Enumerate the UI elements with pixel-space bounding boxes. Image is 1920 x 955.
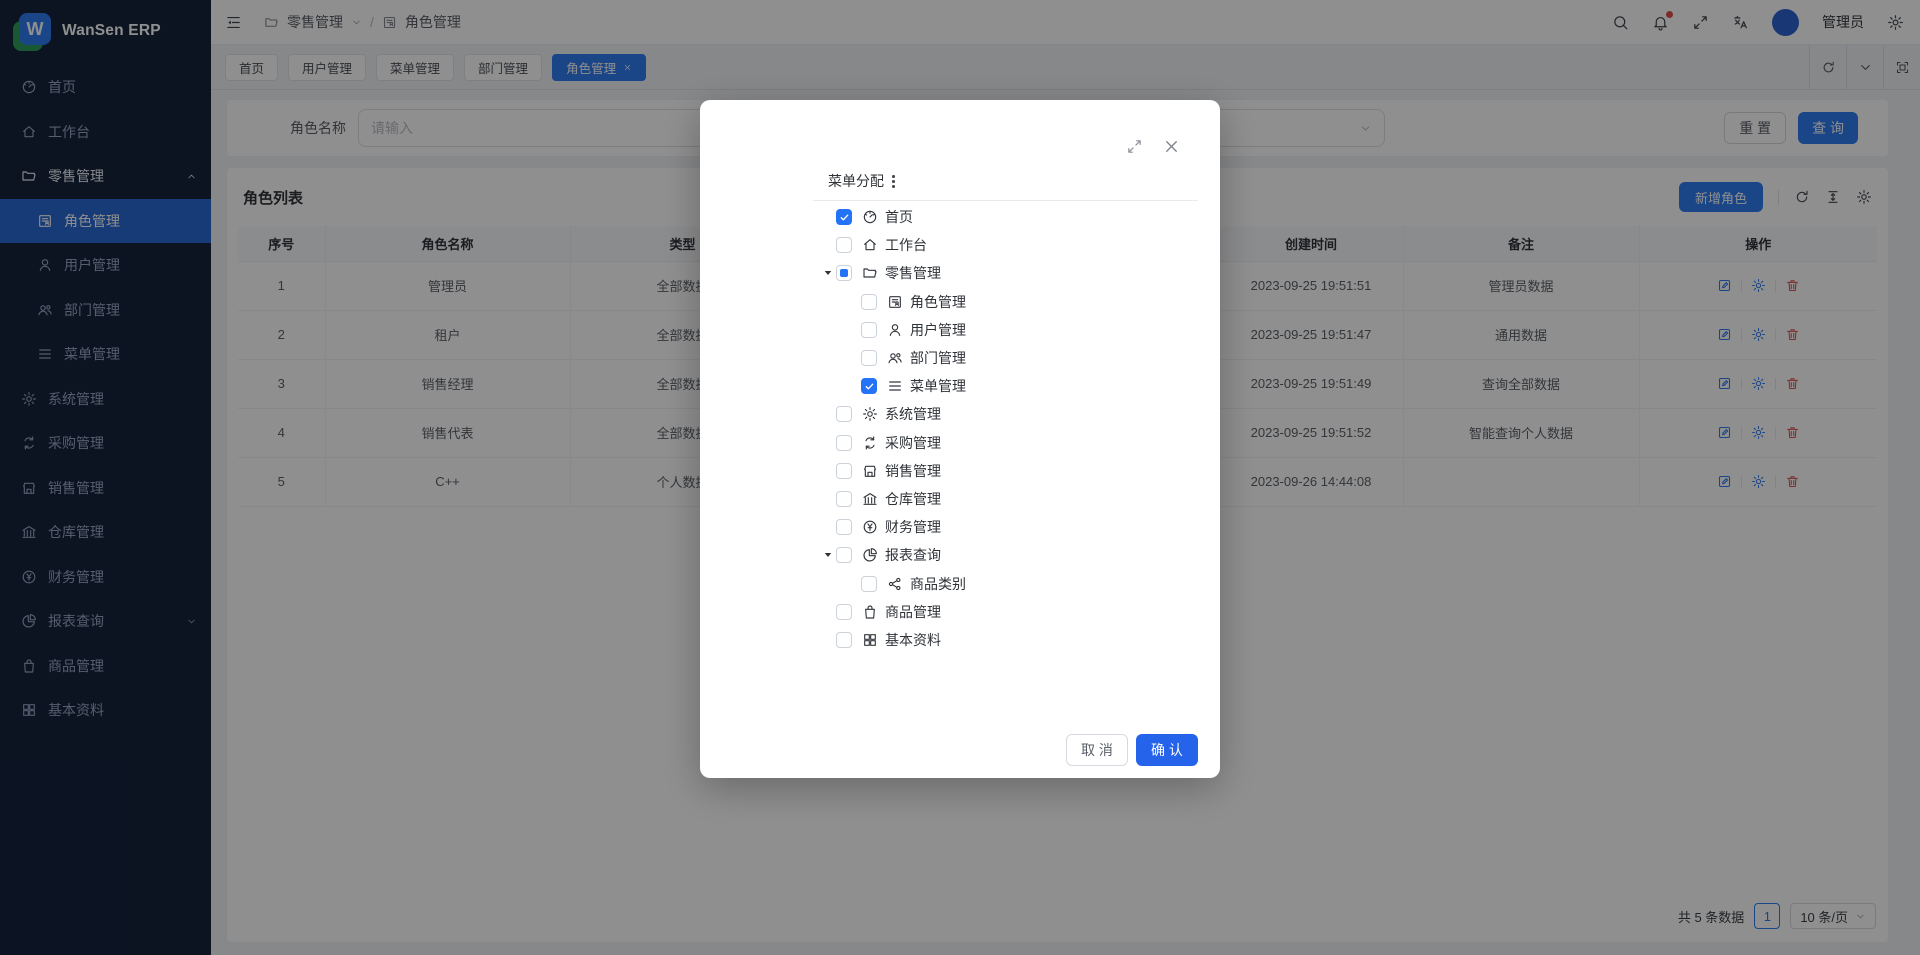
tree-checkbox-workbench[interactable] — [836, 237, 852, 253]
team-icon — [887, 350, 903, 366]
modal-title-row: 菜单分配 — [828, 171, 895, 191]
tree-item-retail: 零售管理 — [700, 259, 1220, 287]
tree-item-warehouse: 仓库管理 — [700, 485, 1220, 513]
idcard-icon — [887, 294, 903, 310]
menu-icon — [887, 378, 903, 394]
confirm-button[interactable]: 确 认 — [1136, 734, 1198, 766]
share-icon — [887, 576, 903, 592]
tree-item-label: 零售管理 — [885, 263, 941, 283]
tree-expand-caret[interactable] — [820, 267, 836, 279]
tree-item-workbench: 工作台 — [700, 231, 1220, 259]
modal-close-icon[interactable] — [1162, 137, 1181, 156]
tree-item-label: 工作台 — [885, 235, 927, 255]
tree-item-departments: 部门管理 — [700, 344, 1220, 372]
tree-item-purchase: 采购管理 — [700, 429, 1220, 457]
tree-checkbox-roles[interactable] — [861, 294, 877, 310]
menu-tree: 首页工作台零售管理角色管理用户管理部门管理菜单管理系统管理采购管理销售管理仓库管… — [700, 203, 1220, 654]
tree-item-label: 销售管理 — [885, 461, 941, 481]
tree-checkbox-finance[interactable] — [836, 519, 852, 535]
tree-item-system: 系统管理 — [700, 400, 1220, 428]
tree-item-basic-data: 基本资料 — [700, 626, 1220, 654]
tree-item-sales: 销售管理 — [700, 457, 1220, 485]
tree-item-menus: 菜单管理 — [700, 372, 1220, 400]
gear-icon — [862, 406, 878, 422]
tree-checkbox-retail[interactable] — [836, 265, 852, 281]
tree-item-users: 用户管理 — [700, 316, 1220, 344]
bag-icon — [862, 604, 878, 620]
modal-title: 菜单分配 — [828, 171, 884, 191]
user-icon — [887, 322, 903, 338]
tree-checkbox-menus[interactable] — [861, 378, 877, 394]
pie-icon — [862, 547, 878, 563]
tree-checkbox-reports[interactable] — [836, 547, 852, 563]
menu-assign-modal: 菜单分配 首页工作台零售管理角色管理用户管理部门管理菜单管理系统管理采购管理销售… — [700, 100, 1220, 778]
tree-item-roles: 角色管理 — [700, 288, 1220, 316]
modal-footer: 取 消 确 认 — [1066, 734, 1198, 766]
home-icon — [862, 237, 878, 253]
tree-item-home: 首页 — [700, 203, 1220, 231]
tree-item-finance: 财务管理 — [700, 513, 1220, 541]
tree-item-label: 商品类别 — [910, 574, 966, 594]
required-dots-icon — [892, 175, 895, 188]
tree-checkbox-products[interactable] — [836, 604, 852, 620]
cancel-button[interactable]: 取 消 — [1066, 734, 1128, 766]
shop-icon — [862, 463, 878, 479]
modal-divider — [813, 200, 1198, 201]
tree-item-label: 报表查询 — [885, 545, 941, 565]
finance-icon — [862, 519, 878, 535]
dashboard-icon — [862, 209, 878, 225]
tree-item-label: 财务管理 — [885, 517, 941, 537]
tree-checkbox-basic-data[interactable] — [836, 632, 852, 648]
modal-expand-icon[interactable] — [1126, 138, 1143, 155]
tree-item-label: 仓库管理 — [885, 489, 941, 509]
tree-item-products: 商品管理 — [700, 598, 1220, 626]
tree-item-label: 部门管理 — [910, 348, 966, 368]
sync-icon — [862, 435, 878, 451]
tree-expand-caret[interactable] — [820, 549, 836, 561]
tree-checkbox-sales[interactable] — [836, 463, 852, 479]
tree-item-label: 系统管理 — [885, 404, 941, 424]
grid-icon — [862, 632, 878, 648]
folder-icon — [862, 265, 878, 281]
tree-checkbox-users[interactable] — [861, 322, 877, 338]
tree-item-label: 首页 — [885, 207, 913, 227]
tree-checkbox-product-category[interactable] — [861, 576, 877, 592]
tree-item-label: 商品管理 — [885, 602, 941, 622]
tree-item-label: 采购管理 — [885, 433, 941, 453]
tree-checkbox-departments[interactable] — [861, 350, 877, 366]
tree-item-label: 菜单管理 — [910, 376, 966, 396]
tree-checkbox-system[interactable] — [836, 406, 852, 422]
tree-checkbox-warehouse[interactable] — [836, 491, 852, 507]
tree-item-reports: 报表查询 — [700, 541, 1220, 569]
tree-item-label: 用户管理 — [910, 320, 966, 340]
tree-item-product-category: 商品类别 — [700, 569, 1220, 597]
tree-checkbox-purchase[interactable] — [836, 435, 852, 451]
tree-checkbox-home[interactable] — [836, 209, 852, 225]
bank-icon — [862, 491, 878, 507]
tree-item-label: 角色管理 — [910, 292, 966, 312]
tree-item-label: 基本资料 — [885, 630, 941, 650]
